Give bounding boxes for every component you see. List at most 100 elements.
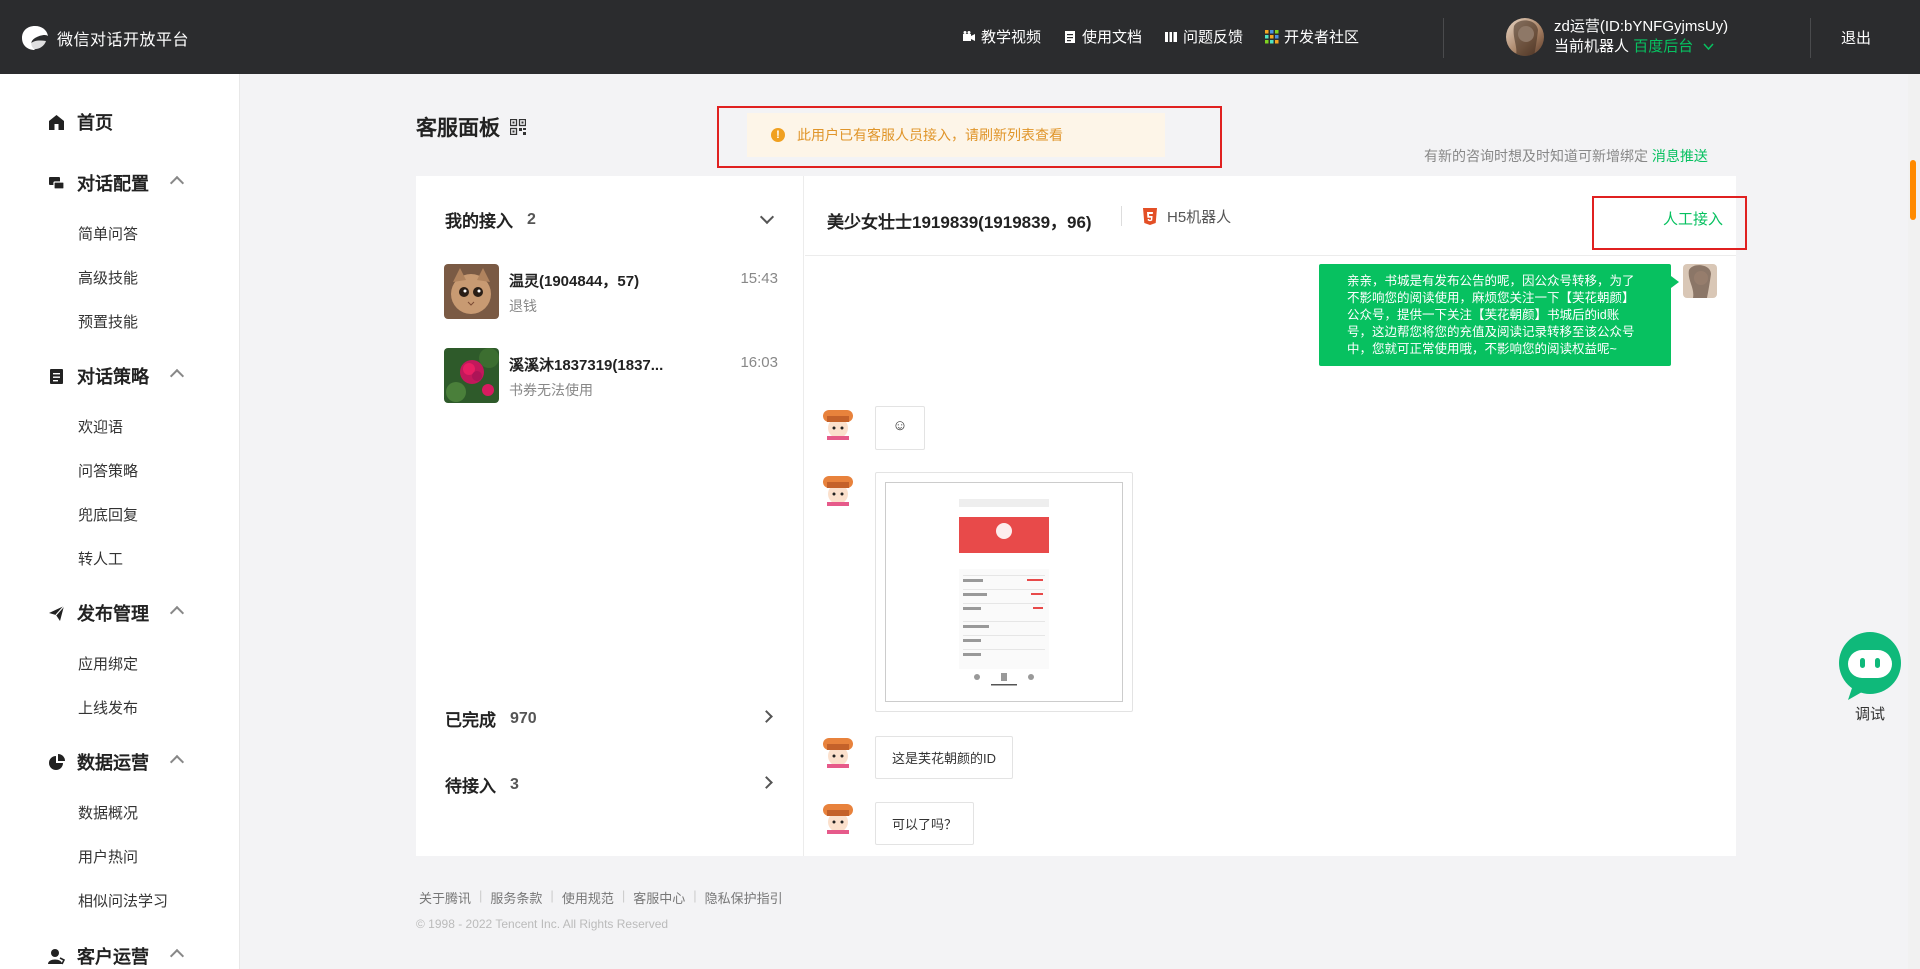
robot-name: 百度后台 <box>1633 38 1694 55</box>
footer-links: 关于腾讯 | 服务条款 | 使用规范 | 客服中心 | 隐私保护指引 <box>419 888 783 907</box>
top-bar: 微信对话开放平台 教学视频 使用文档 问题反馈 开发者社区 zd运营(ID:bY… <box>0 0 1920 74</box>
service-panel: 我的接入 2 温灵(1904844，57) 15:43 退钱 溪溪沐183731… <box>416 176 1747 856</box>
conversation-time: 15:43 <box>740 270 778 287</box>
sidebar-label: 数据运营 <box>77 753 149 773</box>
user-profile[interactable]: zd运营(ID:bYNFGyjmsUy) 当前机器人 百度后台 <box>1506 17 1728 57</box>
chevron-up-icon[interactable] <box>169 175 185 191</box>
phone-screenshot-image <box>959 499 1049 687</box>
sidebar-group-data-ops[interactable]: 数据运营 <box>48 749 149 775</box>
footer-link-privacy[interactable]: 隐私保护指引 <box>705 888 783 907</box>
video-icon <box>963 30 975 41</box>
chevron-right-icon[interactable] <box>760 710 773 723</box>
sidebar-item-preset-skill[interactable]: 预置技能 <box>78 311 138 332</box>
nav-label: 问题反馈 <box>1183 29 1244 46</box>
warning-alert: ! 此用户已有客服人员接入，请刷新列表查看 <box>747 113 1165 157</box>
sidebar-group-customer-ops[interactable]: 客户运营 <box>48 943 149 969</box>
completed-header[interactable]: 已完成 970 <box>445 706 537 731</box>
user-name: zd运营(ID:bYNFGyjmsUy) <box>1554 18 1729 35</box>
sidebar-group-dialog-strategy[interactable]: 对话策略 <box>48 363 149 389</box>
chat-area: 美少女壮士1919839(1919839，96) H5机器人 人工接入 亲亲，书… <box>805 176 1747 856</box>
sidebar-item-advanced-skill[interactable]: 高级技能 <box>78 267 138 288</box>
list-item[interactable]: 溪溪沐1837319(1837... 16:03 书券无法使用 <box>444 348 778 406</box>
sidebar-item-hot-questions[interactable]: 用户热问 <box>78 846 138 867</box>
nav-label: 开发者社区 <box>1284 29 1360 46</box>
manual-takeover-button[interactable]: 人工接入 <box>1663 208 1723 229</box>
sidebar-item-data-overview[interactable]: 数据概况 <box>78 802 138 823</box>
chevron-up-icon[interactable] <box>169 754 185 770</box>
my-sessions-header[interactable]: 我的接入 2 <box>445 207 536 232</box>
incoming-message: 可以了吗？ <box>875 802 975 845</box>
sidebar-item-similar-learning[interactable]: 相似问法学习 <box>78 890 168 911</box>
sidebar-item-app-binding[interactable]: 应用绑定 <box>78 653 138 674</box>
separator: | <box>479 888 483 903</box>
copyright: © 1998 - 2022 Tencent Inc. All Rights Re… <box>416 917 669 931</box>
outgoing-message: 亲亲，书城是有发布公告的呢，因公众号转移，为了不影响您的阅读使用，麻烦您关注一下… <box>1319 264 1679 366</box>
debug-label: 调试 <box>1854 706 1885 723</box>
sidebar-item-simple-qa[interactable]: 简单问答 <box>78 223 138 244</box>
avatar <box>821 800 855 834</box>
nav-docs[interactable]: 使用文档 <box>1063 26 1142 47</box>
nav-label: 教学视频 <box>981 29 1042 46</box>
logout-button[interactable]: 退出 <box>1841 27 1871 48</box>
avatar <box>1506 18 1544 56</box>
conversation-preview: 退钱 <box>509 298 537 314</box>
sidebar-item-transfer-human[interactable]: 转人工 <box>78 548 123 569</box>
home-icon <box>49 114 64 130</box>
section-count: 3 <box>510 775 519 793</box>
chat-source: H5机器人 <box>1143 206 1231 227</box>
chevron-down-icon[interactable] <box>759 209 775 225</box>
footer-link-terms[interactable]: 服务条款 <box>490 888 542 907</box>
chevron-up-icon[interactable] <box>169 605 185 621</box>
robot-switcher[interactable]: 当前机器人 百度后台 <box>1554 37 1728 57</box>
footer-link-rules[interactable]: 使用规范 <box>562 888 614 907</box>
avatar <box>1683 264 1717 298</box>
qr-code-icon[interactable] <box>510 119 526 135</box>
message-push-link[interactable]: 消息推送 <box>1652 148 1708 164</box>
incoming-image-message[interactable] <box>875 472 1133 712</box>
sidebar-item-home[interactable]: 首页 <box>48 109 113 135</box>
data-icon <box>49 753 65 770</box>
sidebar-label: 发布管理 <box>77 604 149 624</box>
section-label: 已完成 <box>445 711 496 730</box>
chatbot-icon <box>1839 632 1901 700</box>
page-title: 客服面板 <box>416 112 526 142</box>
divider <box>1121 206 1122 226</box>
nav-tutorial-video[interactable]: 教学视频 <box>962 26 1041 47</box>
chevron-up-icon[interactable] <box>169 368 185 384</box>
debug-button[interactable]: 调试 <box>1830 628 1910 724</box>
document-icon <box>1065 30 1076 43</box>
chat-config-icon <box>49 176 65 190</box>
logo[interactable]: 微信对话开放平台 <box>20 24 189 52</box>
nav-community[interactable]: 开发者社区 <box>1265 26 1359 47</box>
sidebar-item-go-live[interactable]: 上线发布 <box>78 697 138 718</box>
section-count: 970 <box>510 709 537 727</box>
incoming-message: ☺ <box>875 406 925 450</box>
list-item[interactable]: 温灵(1904844，57) 15:43 退钱 <box>444 264 778 322</box>
chevron-up-icon[interactable] <box>169 948 185 964</box>
sidebar-group-dialog-config[interactable]: 对话配置 <box>48 170 149 196</box>
incoming-message: 这是芙花朝颜的ID <box>875 736 1014 779</box>
logo-icon <box>22 26 48 50</box>
app-title: 微信对话开放平台 <box>57 32 190 49</box>
pending-header[interactable]: 待接入 3 <box>445 772 519 797</box>
avatar <box>821 406 855 440</box>
sidebar-item-qa-strategy[interactable]: 问答策略 <box>78 460 138 481</box>
avatar <box>821 472 855 506</box>
sidebar-item-welcome[interactable]: 欢迎语 <box>78 416 123 437</box>
feedback-icon <box>1165 31 1178 42</box>
sidebar-group-publish[interactable]: 发布管理 <box>48 600 149 626</box>
separator: | <box>693 888 697 903</box>
chevron-down-icon <box>1703 43 1714 51</box>
footer-link-service[interactable]: 客服中心 <box>633 888 685 907</box>
footer-link-about[interactable]: 关于腾讯 <box>419 888 471 907</box>
push-hint: 有新的咨询时想及时知道可新增绑定 消息推送 <box>1424 146 1708 166</box>
conversation-preview: 书券无法使用 <box>509 382 593 398</box>
section-count: 2 <box>527 210 536 228</box>
scrollbar-thumb[interactable] <box>1910 160 1916 220</box>
sidebar-item-fallback-reply[interactable]: 兜底回复 <box>78 504 138 525</box>
html5-icon <box>1143 207 1157 225</box>
conversation-name: 溪溪沐1837319(1837... <box>509 357 664 374</box>
chevron-right-icon[interactable] <box>760 776 773 789</box>
publish-icon <box>49 605 65 621</box>
nav-feedback[interactable]: 问题反馈 <box>1164 26 1243 47</box>
